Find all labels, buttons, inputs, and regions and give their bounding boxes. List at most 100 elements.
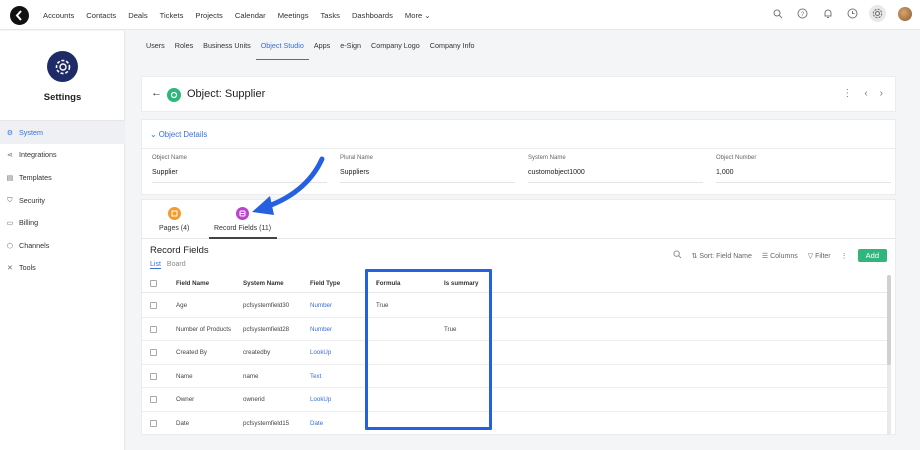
row-checkbox[interactable]: [150, 349, 157, 357]
cell-is-summary: True: [444, 325, 457, 333]
sidebar-item-billing[interactable]: ▭ Billing: [0, 211, 125, 234]
help-icon[interactable]: ?: [794, 5, 811, 22]
pages-icon: [167, 207, 181, 220]
clock-icon[interactable]: [844, 5, 861, 22]
plural-name-field: Plural Name Suppliers: [340, 155, 515, 183]
nav-item-contacts[interactable]: Contacts: [86, 11, 116, 20]
details-divider: [142, 148, 895, 149]
cell-system-name: ownerid: [243, 396, 265, 404]
cell-system-name: pcfsystemfield30: [243, 302, 290, 309]
sidebar-item-integrations[interactable]: ⋖ Integrations: [0, 144, 125, 167]
record-fields-title: Record Fields: [150, 245, 209, 256]
search-icon[interactable]: [769, 5, 786, 22]
select-all-checkbox[interactable]: [150, 280, 157, 287]
column-header-field-name[interactable]: Field Name: [176, 275, 209, 293]
column-header-field-type[interactable]: Field Type: [310, 275, 340, 293]
tab-object-studio[interactable]: Object Studio: [255, 31, 310, 60]
tools-icon: ✕: [6, 263, 14, 273]
cell-field-type: LookUp: [310, 349, 332, 357]
sidebar-item-channels[interactable]: ⬡ Channels: [0, 234, 125, 257]
more-vertical-icon[interactable]: ⋮: [841, 252, 848, 260]
nav-item-tickets[interactable]: Tickets: [160, 11, 184, 20]
row-checkbox[interactable]: [150, 372, 157, 380]
nav-item-deals[interactable]: Deals: [128, 11, 147, 20]
table-row[interactable]: Owner ownerid LookUp: [142, 388, 889, 412]
columns-label: Columns: [770, 252, 798, 260]
column-header-formula-label: Formula: [376, 280, 401, 287]
cell-field-name: Age: [176, 302, 188, 309]
cell-system-name: pcfsystemfield28: [243, 325, 290, 333]
cell-field-name: Name: [176, 372, 193, 380]
tab-e-sign[interactable]: e-Sign: [335, 31, 366, 60]
list-view-toggle[interactable]: List: [150, 261, 161, 269]
table-row[interactable]: Name name Text: [142, 365, 889, 389]
filter-label: Filter: [815, 252, 831, 260]
field-value: 1,000: [716, 169, 891, 183]
tab-company-logo[interactable]: Company Logo: [366, 31, 425, 60]
share-icon: ⋖: [6, 150, 14, 160]
back-arrow-icon[interactable]: ←: [151, 87, 162, 99]
record-fields-panel: Pages (4) Record Fields (11) Record Fiel…: [141, 199, 896, 435]
cell-field-name: Created By: [176, 349, 207, 357]
nav-item-more[interactable]: More ⌄: [405, 11, 431, 20]
tab-company-info[interactable]: Company Info: [425, 31, 480, 60]
nav-menu: Accounts Contacts Deals Tickets Projects…: [43, 0, 431, 30]
tab-users[interactable]: Users: [141, 31, 170, 60]
settings-gear-icon[interactable]: [869, 5, 886, 22]
filter-button[interactable]: ▽ Filter: [808, 252, 831, 260]
channels-icon: ⬡: [6, 240, 14, 250]
cell-field-type: Text: [310, 372, 322, 380]
nav-item-dashboards[interactable]: Dashboards: [352, 11, 393, 20]
row-checkbox[interactable]: [150, 325, 157, 333]
cell-field-name: Number of Products: [176, 325, 232, 333]
columns-button[interactable]: ☰ Columns: [762, 252, 798, 260]
table-row[interactable]: Date pcfsystemfield15 Date: [142, 412, 889, 436]
column-header-is-summary[interactable]: Is summary: [444, 275, 478, 293]
table-row[interactable]: Created By createdby LookUp: [142, 341, 889, 365]
sidebar-item-security[interactable]: ⛉ Security: [0, 189, 125, 212]
tab-apps[interactable]: Apps: [309, 31, 335, 60]
vertical-scrollbar[interactable]: [887, 275, 891, 435]
sidebar-item-templates[interactable]: ▤ Templates: [0, 166, 125, 189]
sort-button[interactable]: ⇅ Sort: Field Name: [692, 252, 752, 260]
sidebar-item-tools[interactable]: ✕ Tools: [0, 257, 125, 280]
cell-system-name: name: [243, 372, 259, 380]
add-button[interactable]: Add: [857, 249, 887, 262]
board-view-toggle[interactable]: Board: [167, 261, 186, 269]
settings-gear-icon: [47, 51, 78, 82]
nav-item-calendar[interactable]: Calendar: [235, 11, 266, 20]
row-checkbox[interactable]: [150, 420, 157, 427]
object-title: Object: Supplier: [187, 88, 266, 100]
search-icon[interactable]: [672, 250, 682, 261]
row-checkbox[interactable]: [150, 302, 157, 309]
nav-item-meetings[interactable]: Meetings: [278, 11, 309, 20]
card-icon: ▭: [6, 218, 14, 228]
cell-field-type: Date: [310, 420, 324, 427]
sidebar-item-label: Channels: [19, 240, 50, 250]
sidebar-item-label: System: [19, 127, 43, 137]
records-toolbar: ⇅ Sort: Field Name ☰ Columns ▽ Filter ⋮ …: [672, 249, 887, 262]
row-checkbox[interactable]: [150, 396, 157, 404]
cell-system-name: createdby: [243, 349, 271, 357]
nav-item-accounts[interactable]: Accounts: [43, 11, 74, 20]
table-row[interactable]: Number of Products pcfsystemfield28 Numb…: [142, 318, 889, 342]
tab-business-units[interactable]: Business Units: [198, 31, 256, 60]
object-details-toggle[interactable]: ⌄ Object Details: [150, 130, 207, 139]
avatar[interactable]: [898, 6, 912, 21]
nav-item-tasks[interactable]: Tasks: [321, 11, 340, 20]
tab-roles[interactable]: Roles: [170, 31, 198, 60]
more-vertical-icon[interactable]: ⋮: [842, 88, 852, 99]
object-header-actions: ⋮ ‹ ›: [842, 88, 883, 99]
tab-pages[interactable]: Pages (4): [159, 207, 189, 232]
table-row[interactable]: Age pcfsystemfield30 Number True: [142, 294, 889, 318]
sidebar-item-system[interactable]: ⚙ System: [0, 121, 125, 144]
object-details-title: Object Details: [158, 130, 208, 139]
column-header-system-name[interactable]: System Name: [243, 275, 284, 293]
app-logo[interactable]: [10, 6, 29, 25]
bell-icon[interactable]: [819, 5, 836, 22]
chevron-right-icon[interactable]: ›: [880, 88, 883, 99]
table-header: Field Name System Name Field Type ↓ Form…: [142, 275, 889, 293]
view-switcher: List Board: [150, 261, 186, 269]
nav-item-projects[interactable]: Projects: [195, 11, 222, 20]
chevron-left-icon[interactable]: ‹: [864, 88, 867, 99]
